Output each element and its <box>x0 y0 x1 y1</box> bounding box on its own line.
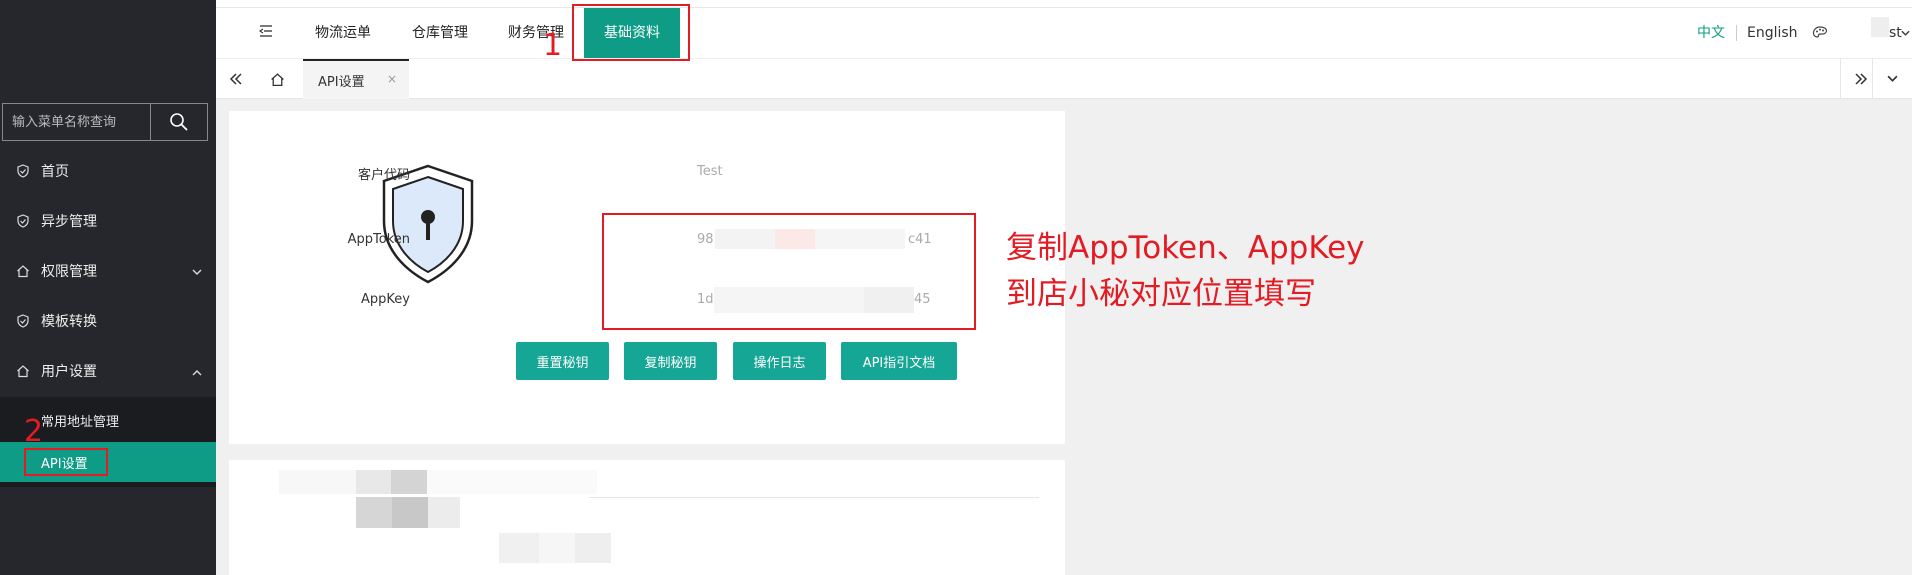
lang-divider <box>1736 25 1737 41</box>
double-chevron-right-icon <box>1854 73 1867 85</box>
chevron-down-icon <box>1887 75 1898 82</box>
sidebar-item-home[interactable]: 首页 <box>0 146 216 196</box>
reset-key-button[interactable]: 重置秘钥 <box>516 342 609 380</box>
redacted-block <box>499 533 539 563</box>
redacted-block <box>392 497 428 528</box>
annotation-box-basic-data <box>572 4 690 61</box>
chevron-down-icon[interactable] <box>1901 29 1910 37</box>
header-tab-logistics[interactable]: 物流运单 <box>315 8 371 58</box>
apptoken-label: AppToken <box>347 232 410 247</box>
secondary-card <box>229 460 1065 575</box>
sidebar-item-user-settings[interactable]: 用户设置 <box>0 346 216 396</box>
menu-collapse-icon[interactable] <box>258 24 274 42</box>
sidebar-item-label: 权限管理 <box>41 264 97 280</box>
sidebar-item-permissions[interactable]: 权限管理 <box>0 246 216 296</box>
double-chevron-left-icon <box>229 73 242 85</box>
user-name[interactable]: st <box>1889 8 1902 58</box>
sidebar-item-async[interactable]: 异步管理 <box>0 196 216 246</box>
sidebar-item-label: 用户设置 <box>41 364 97 380</box>
shield-check-icon <box>16 164 30 178</box>
top-strip <box>0 0 1912 8</box>
top-header: 物流运单 仓库管理 财务管理 基础资料 中文 English st <box>216 8 1912 58</box>
appkey-label: AppKey <box>361 292 410 307</box>
lang-en-link[interactable]: English <box>1747 8 1798 58</box>
sidebar-item-label: 异步管理 <box>41 214 97 230</box>
close-icon[interactable]: × <box>387 72 397 86</box>
lang-zh-link[interactable]: 中文 <box>1697 8 1725 58</box>
menu-search <box>2 103 208 141</box>
copy-key-button[interactable]: 复制秘钥 <box>624 342 717 380</box>
annotation-line-1: 复制AppToken、AppKey <box>1006 230 1365 266</box>
annotation-number-1: 1 <box>543 28 563 63</box>
annotation-number-2: 2 <box>24 414 44 449</box>
tabs-menu-button[interactable] <box>1872 59 1912 99</box>
annotation-box-api-settings <box>24 448 108 476</box>
page-tab-api-settings[interactable]: API设置 × <box>303 59 409 99</box>
redacted-block <box>539 533 575 563</box>
search-icon <box>170 113 188 131</box>
redacted-block <box>427 470 597 494</box>
home-icon <box>270 72 284 86</box>
redacted-block <box>575 533 611 563</box>
operation-log-button[interactable]: 操作日志 <box>733 342 826 380</box>
sidebar-item-templates[interactable]: 模板转换 <box>0 296 216 346</box>
page-tab-label: API设置 <box>318 74 365 90</box>
menu-search-button[interactable] <box>151 104 207 140</box>
annotation-line-2: 到店小秘对应位置填写 <box>1006 276 1316 312</box>
page-tabs-bar: API设置 × <box>216 58 1912 99</box>
redacted-block <box>428 497 460 528</box>
chevron-up-icon <box>192 364 202 380</box>
tabs-scroll-left-button[interactable] <box>216 59 256 99</box>
redacted-block <box>356 470 391 494</box>
shield-check-icon <box>16 214 30 228</box>
sidebar-item-label: 首页 <box>41 164 69 180</box>
customer-code-label: 客户代码 <box>357 168 410 183</box>
annotation-box-credentials <box>602 213 976 330</box>
sidebar-item-label: 模板转换 <box>41 314 97 330</box>
divider <box>589 497 1039 498</box>
customer-code-value: Test <box>697 164 723 179</box>
theme-icon[interactable] <box>1812 25 1828 41</box>
home-tab-button[interactable] <box>257 59 297 99</box>
header-tab-warehouse[interactable]: 仓库管理 <box>412 8 468 58</box>
home-icon <box>16 364 30 378</box>
menu-search-input[interactable] <box>3 104 151 140</box>
top-strip-dark <box>0 0 216 8</box>
sidebar-subitem-label: 常用地址管理 <box>41 414 120 430</box>
redacted-block <box>356 497 392 528</box>
annotation-text: 复制AppToken、AppKey 到店小秘对应位置填写 <box>1006 225 1365 317</box>
home-icon <box>16 264 30 278</box>
chevron-down-icon <box>192 264 202 280</box>
redacted-block <box>391 470 427 494</box>
shield-check-icon <box>16 314 30 328</box>
api-docs-button[interactable]: API指引文档 <box>841 342 957 380</box>
avatar[interactable] <box>1871 17 1889 37</box>
sidebar: 首页 异步管理 权限管理 模板转换 用户设置 常用地址管理 API设置 <box>0 8 216 575</box>
